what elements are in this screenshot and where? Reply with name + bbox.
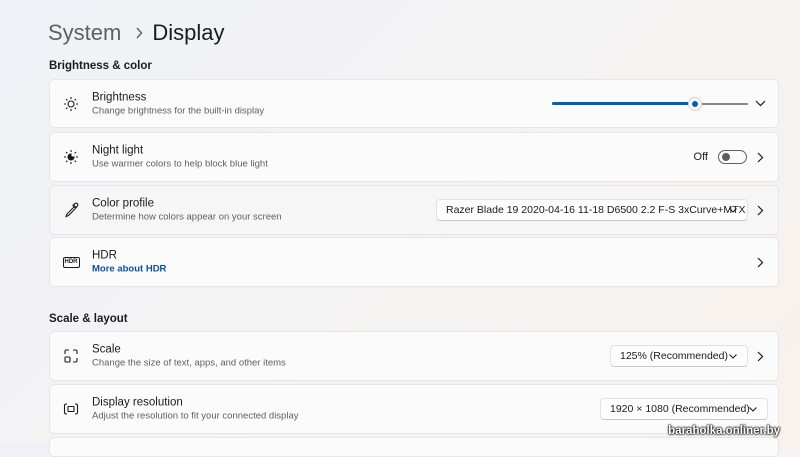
toggle-knob: [722, 153, 730, 161]
display-resolution-selected: 1920 × 1080 (Recommended): [610, 403, 750, 415]
scale-subtitle: Change the size of text, apps, and other…: [92, 357, 286, 369]
night-light-card[interactable]: Night light Use warmer colors to help bl…: [49, 132, 779, 182]
chevron-down-icon: [728, 205, 738, 215]
chevron-down-icon[interactable]: [754, 98, 766, 110]
scale-card[interactable]: Scale Change the size of text, apps, and…: [49, 331, 779, 381]
brightness-card[interactable]: Brightness Change brightness for the bui…: [49, 79, 779, 128]
display-resolution-dropdown[interactable]: 1920 × 1080 (Recommended): [600, 398, 768, 420]
hdr-icon: HDR: [62, 253, 80, 271]
scale-icon: [62, 347, 80, 365]
night-light-subtitle: Use warmer colors to help block blue lig…: [92, 158, 268, 170]
night-light-title: Night light: [92, 144, 144, 157]
section-title-brightness-color: Brightness & color: [49, 60, 152, 72]
hdr-icon-label: HDR: [62, 256, 80, 268]
color-profile-card[interactable]: Color profile Determine how colors appea…: [49, 185, 779, 235]
eyedropper-icon: [62, 201, 80, 219]
display-resolution-title: Display resolution: [92, 396, 183, 409]
next-card-partial[interactable]: [49, 437, 779, 457]
breadcrumb-system-link[interactable]: System: [48, 20, 121, 46]
chevron-down-icon: [728, 351, 738, 361]
brightness-title: Brightness: [92, 91, 147, 103]
color-profile-title: Color profile: [92, 197, 154, 210]
resolution-icon: [62, 400, 80, 418]
chevron-down-icon: [748, 404, 758, 414]
brightness-subtitle: Change brightness for the built-in displ…: [92, 105, 265, 116]
section-title-scale-layout: Scale & layout: [49, 313, 128, 325]
breadcrumb: System Display: [48, 16, 225, 50]
brightness-slider[interactable]: [552, 96, 748, 111]
slider-thumb[interactable]: [688, 96, 703, 111]
sun-moon-icon: [62, 148, 80, 166]
display-resolution-subtitle: Adjust the resolution to fit your connec…: [92, 410, 299, 422]
chevron-right-icon[interactable]: [754, 204, 766, 216]
night-light-toggle[interactable]: [718, 150, 747, 164]
watermark: baraholka.onliner.by: [668, 425, 780, 437]
slider-fill: [552, 101, 696, 105]
chevron-right-icon[interactable]: [754, 151, 766, 163]
scale-selected: 125% (Recommended): [620, 350, 728, 362]
color-profile-dropdown[interactable]: Razer Blade 19 2020-04-16 11-18 D6500 2.…: [436, 199, 748, 221]
sun-icon: [62, 95, 80, 113]
chevron-right-icon[interactable]: [754, 256, 766, 268]
more-about-hdr-link[interactable]: More about HDR: [92, 263, 166, 276]
hdr-title: HDR: [92, 249, 117, 262]
color-profile-selected: Razer Blade 19 2020-04-16 11-18 D6500 2.…: [446, 204, 746, 216]
page-title: Display: [152, 20, 225, 45]
hdr-card[interactable]: HDR HDR More about HDR: [49, 237, 779, 287]
scale-title: Scale: [92, 343, 121, 356]
breadcrumb-chevron-icon: [135, 27, 143, 39]
color-profile-subtitle: Determine how colors appear on your scre…: [92, 211, 282, 223]
chevron-right-icon[interactable]: [754, 350, 766, 362]
scale-dropdown[interactable]: 125% (Recommended): [610, 345, 748, 367]
night-light-state-label: Off: [693, 151, 708, 163]
